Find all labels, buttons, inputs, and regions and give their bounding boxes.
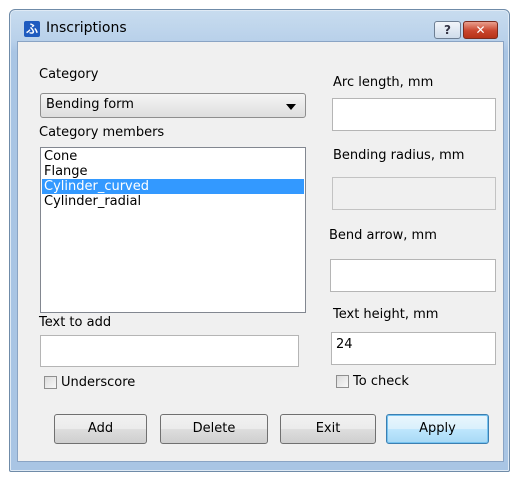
arc-length-label: Arc length, mm (333, 75, 434, 90)
bend-arrow-label: Bend arrow, mm (329, 228, 437, 243)
text-to-add-label: Text to add (39, 315, 112, 330)
list-item[interactable]: Cylinder_curved (42, 179, 304, 194)
text-height-input[interactable]: 24 (331, 332, 496, 365)
dialog-client-area: Category Bending form Category members C… (17, 41, 504, 462)
underscore-checkbox[interactable]: Underscore (44, 375, 135, 390)
bend-arrow-input[interactable] (330, 259, 496, 292)
category-selected-value: Bending form (46, 97, 134, 112)
to-check-checkbox[interactable]: To check (336, 374, 409, 389)
underscore-label: Underscore (61, 375, 136, 390)
window-title: Inscriptions (46, 20, 127, 36)
bending-radius-input (332, 177, 496, 210)
list-item[interactable]: Flange (42, 164, 304, 179)
chevron-down-icon (286, 104, 296, 110)
underscore-checkbox-box[interactable] (44, 376, 57, 389)
bending-radius-label: Bending radius, mm (333, 148, 465, 163)
apply-button[interactable]: Apply (386, 414, 489, 444)
text-to-add-input[interactable] (40, 335, 299, 367)
category-label: Category (39, 67, 99, 82)
category-members-label: Category members (39, 125, 165, 140)
category-dropdown[interactable]: Bending form (40, 93, 306, 118)
to-check-checkbox-box[interactable] (336, 375, 349, 388)
help-icon[interactable]: ? (434, 21, 461, 39)
category-members-listbox[interactable]: Cone Flange Cylinder_curved Cylinder_rad… (40, 147, 306, 313)
app-logo-icon: ふ (24, 21, 40, 37)
to-check-label: To check (353, 374, 409, 389)
text-height-label: Text height, mm (333, 307, 439, 322)
list-item[interactable]: Cone (42, 149, 304, 164)
title-bar[interactable]: ふ Inscriptions ? ✕ (10, 10, 509, 44)
delete-button[interactable]: Delete (160, 414, 268, 444)
list-item[interactable]: Cylinder_radial (42, 194, 304, 209)
add-button[interactable]: Add (54, 414, 147, 444)
dialog-window: ふ Inscriptions ? ✕ Category Bending form… (9, 9, 510, 472)
close-icon[interactable]: ✕ (463, 21, 498, 39)
arc-length-input[interactable] (332, 98, 496, 131)
exit-button[interactable]: Exit (280, 414, 376, 444)
